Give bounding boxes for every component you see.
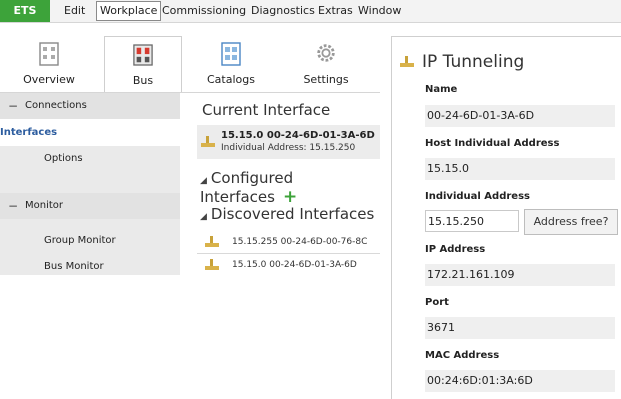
- menu-extras[interactable]: Extras: [318, 0, 353, 22]
- sidebar-group-monitor[interactable]: − Monitor: [0, 193, 180, 219]
- tile-overview-label: Overview: [23, 73, 75, 86]
- menu-commissioning[interactable]: Commissioning: [162, 0, 246, 22]
- sidebar-group-label: Connections: [25, 100, 87, 111]
- interfaces-list: Current Interface 15.15.0 00-24-6D-01-3A…: [180, 92, 380, 275]
- current-interface-address: Individual Address: 15.15.250: [221, 143, 356, 153]
- sidebar-group-connections[interactable]: − Connections: [0, 93, 180, 119]
- collapse-arrow-icon: ◢: [200, 176, 207, 186]
- menu-workplace[interactable]: Workplace: [96, 1, 162, 21]
- tile-bus[interactable]: Bus: [104, 36, 182, 93]
- discovered-interface-item[interactable]: 15.15.0 00-24-6D-01-3A-6D: [197, 253, 380, 276]
- sidebar-group-label: Monitor: [25, 200, 64, 211]
- sidebar-item-bus-monitor[interactable]: Bus Monitor: [0, 254, 180, 280]
- add-icon[interactable]: +: [283, 187, 297, 207]
- collapse-arrow-icon: ◢: [200, 212, 207, 222]
- discovered-interface-label: 15.15.0 00-24-6D-01-3A-6D: [232, 260, 357, 270]
- sidebar-item-group-monitor[interactable]: Group Monitor: [0, 228, 180, 254]
- connector-icon: [205, 236, 219, 247]
- port-label: Port: [425, 297, 449, 308]
- mac-address-label: MAC Address: [425, 350, 500, 361]
- overview-icon: [39, 42, 59, 66]
- menu-edit[interactable]: Edit: [64, 0, 85, 22]
- connector-icon: [205, 259, 219, 270]
- configured-interfaces-label: Configured Interfaces: [200, 169, 294, 206]
- ip-address-field[interactable]: 172.21.161.109: [425, 264, 615, 286]
- current-interface-item[interactable]: 15.15.0 00-24-6D-01-3A-6D Individual Add…: [197, 125, 380, 159]
- name-field[interactable]: 00-24-6D-01-3A-6D: [425, 105, 615, 127]
- settings-gear-icon: [317, 44, 335, 62]
- discovered-interfaces-heading[interactable]: ◢ Discovered Interfaces: [200, 205, 374, 223]
- discovered-interfaces-label: Discovered Interfaces: [210, 205, 375, 223]
- name-label: Name: [425, 84, 458, 95]
- connector-icon: [201, 136, 215, 147]
- host-address-field[interactable]: 15.15.0: [425, 158, 615, 180]
- discovered-interface-item[interactable]: 15.15.255 00-24-6D-00-76-8C: [197, 231, 380, 253]
- tile-catalogs-label: Catalogs: [207, 73, 255, 86]
- tile-overview[interactable]: Overview: [14, 36, 84, 92]
- individual-address-label: Individual Address: [425, 191, 530, 202]
- current-interface-heading: Current Interface: [202, 101, 331, 119]
- panel-title: IP Tunneling: [400, 52, 524, 72]
- menu-diagnostics[interactable]: Diagnostics: [251, 0, 315, 22]
- individual-address-input[interactable]: 15.15.250: [425, 210, 519, 232]
- tile-settings-label: Settings: [303, 73, 349, 86]
- sidebar-item-options[interactable]: Options: [0, 146, 180, 172]
- host-address-label: Host Individual Address: [425, 138, 560, 149]
- ip-address-label: IP Address: [425, 244, 486, 255]
- tile-catalogs[interactable]: Catalogs: [196, 36, 266, 92]
- sidebar-item-label: Bus Monitor: [44, 261, 104, 272]
- collapse-icon: −: [8, 199, 19, 213]
- mac-address-field[interactable]: 00:24:6D:01:3A:6D: [425, 370, 615, 392]
- sidebar-item-interfaces[interactable]: Interfaces: [0, 119, 180, 146]
- bus-icon: [133, 44, 153, 66]
- collapse-icon: −: [8, 99, 19, 113]
- port-field[interactable]: 3671: [425, 317, 615, 339]
- configured-interfaces-heading[interactable]: ◢ Configured Interfaces +: [200, 169, 380, 207]
- catalogs-icon: [221, 42, 241, 66]
- current-interface-name: 15.15.0 00-24-6D-01-3A-6D: [221, 130, 375, 141]
- menu-ets[interactable]: ETS: [0, 0, 50, 22]
- tile-bus-label: Bus: [132, 74, 154, 87]
- sidebar-item-label: Interfaces: [0, 127, 58, 138]
- ip-tunneling-panel: IP Tunneling Name 00-24-6D-01-3A-6D Host…: [391, 36, 621, 399]
- tile-settings[interactable]: Settings: [286, 36, 366, 92]
- menu-bar: ETS Edit Workplace Commissioning Diagnos…: [0, 0, 621, 23]
- sidebar-item-label: Group Monitor: [44, 235, 116, 246]
- ribbon: Overview Bus Catalogs Settings: [0, 36, 380, 93]
- address-free-button[interactable]: Address free?: [524, 209, 618, 235]
- sidebar-item-label: Options: [44, 153, 83, 164]
- menu-window[interactable]: Window: [358, 0, 401, 22]
- connector-icon: [400, 56, 414, 67]
- discovered-interface-label: 15.15.255 00-24-6D-00-76-8C: [232, 237, 368, 247]
- sidebar: − Connections Interfaces Options − Monit…: [0, 92, 180, 275]
